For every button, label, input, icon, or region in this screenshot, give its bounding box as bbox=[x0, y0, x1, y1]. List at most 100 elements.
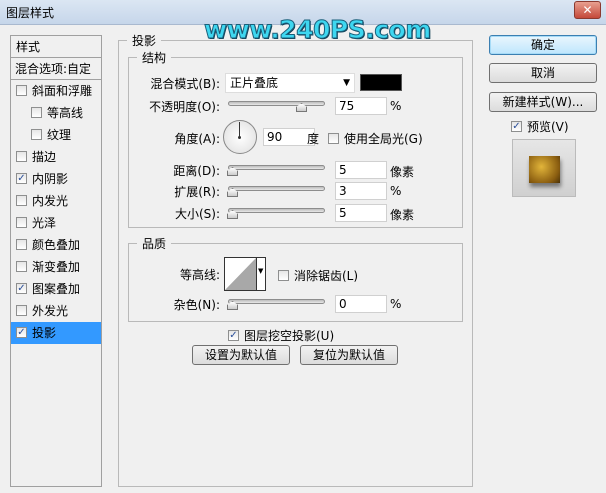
style-item-label: 颜色叠加 bbox=[32, 238, 81, 252]
checkbox-icon[interactable] bbox=[16, 85, 27, 96]
noise-input[interactable]: 0 bbox=[335, 295, 387, 313]
ok-button[interactable]: 确定 bbox=[489, 35, 597, 55]
preview-swatch bbox=[529, 156, 560, 183]
style-item[interactable]: 描边 bbox=[11, 146, 101, 168]
checkbox-icon[interactable] bbox=[16, 239, 27, 250]
window-title: 图层样式 bbox=[6, 6, 55, 20]
checkmark-icon: ✓ bbox=[511, 121, 522, 132]
antialias-label: 消除锯齿(L) bbox=[294, 269, 359, 283]
blend-mode-select[interactable]: 正片叠底 ▼ bbox=[225, 73, 355, 93]
checkmark-icon[interactable]: ✓ bbox=[16, 283, 27, 294]
close-button[interactable]: ✕ bbox=[574, 1, 601, 19]
checkbox-icon[interactable] bbox=[31, 129, 42, 140]
styles-header[interactable]: 样式 bbox=[11, 36, 101, 58]
distance-slider-thumb[interactable] bbox=[227, 167, 238, 176]
noise-slider-thumb[interactable] bbox=[227, 301, 238, 310]
spread-label: 扩展(R): bbox=[174, 185, 220, 199]
reset-default-button[interactable]: 复位为默认值 bbox=[300, 345, 398, 365]
opacity-unit: % bbox=[390, 99, 402, 113]
contour-picker[interactable]: ▼ bbox=[224, 257, 266, 291]
checkmark-icon: ✓ bbox=[228, 330, 239, 341]
contour-label: 等高线: bbox=[179, 268, 220, 282]
angle-dial[interactable] bbox=[223, 120, 257, 154]
opacity-input[interactable]: 75 bbox=[335, 97, 387, 115]
opacity-slider-thumb[interactable] bbox=[296, 103, 307, 112]
make-default-button[interactable]: 设置为默认值 bbox=[192, 345, 290, 365]
style-item-label: 纹理 bbox=[47, 128, 72, 142]
distance-unit: 像素 bbox=[390, 165, 415, 179]
size-slider-thumb[interactable] bbox=[227, 210, 238, 219]
style-preview bbox=[512, 139, 576, 197]
knockout-checkbox[interactable]: ✓ 图层挖空投影(U) bbox=[228, 327, 334, 344]
style-item-label: 渐变叠加 bbox=[32, 260, 81, 274]
style-item-label: 等高线 bbox=[47, 106, 84, 120]
style-item[interactable]: 光泽 bbox=[11, 212, 101, 234]
style-item-label: 斜面和浮雕 bbox=[32, 84, 93, 98]
distance-input[interactable]: 5 bbox=[335, 161, 387, 179]
new-style-button[interactable]: 新建样式(W)... bbox=[489, 92, 597, 112]
style-item[interactable]: ✓ 图案叠加 bbox=[11, 278, 101, 300]
spread-unit: % bbox=[390, 184, 402, 198]
style-item[interactable]: 外发光 bbox=[11, 300, 101, 322]
contour-preview-icon bbox=[225, 258, 256, 290]
shadow-color-swatch[interactable] bbox=[360, 74, 402, 91]
style-item-label: 投影 bbox=[32, 326, 57, 340]
checkbox-icon[interactable] bbox=[16, 217, 27, 228]
checkbox-icon[interactable] bbox=[16, 151, 27, 162]
spread-slider[interactable] bbox=[227, 186, 325, 197]
preview-label: 预览(V) bbox=[527, 120, 569, 134]
angle-label: 角度(A): bbox=[174, 132, 220, 146]
angle-unit: 度 bbox=[307, 132, 320, 146]
style-item[interactable]: 渐变叠加 bbox=[11, 256, 101, 278]
checkbox-icon[interactable] bbox=[31, 107, 42, 118]
opacity-slider[interactable] bbox=[228, 101, 325, 112]
style-item-label: 内发光 bbox=[32, 194, 69, 208]
checkbox-icon bbox=[328, 133, 339, 144]
blend-mode-value: 正片叠底 bbox=[230, 76, 279, 90]
checkmark-icon[interactable]: ✓ bbox=[16, 173, 27, 184]
style-item[interactable]: ✓ 内阴影 bbox=[11, 168, 101, 190]
cancel-button[interactable]: 取消 bbox=[489, 63, 597, 83]
global-light-label: 使用全局光(G) bbox=[344, 132, 423, 146]
style-item[interactable]: 内发光 bbox=[11, 190, 101, 212]
style-item[interactable]: 颜色叠加 bbox=[11, 234, 101, 256]
checkbox-icon bbox=[278, 270, 289, 281]
distance-label: 距离(D): bbox=[173, 164, 220, 178]
checkbox-icon[interactable] bbox=[16, 305, 27, 316]
preview-checkbox[interactable]: ✓ 预览(V) bbox=[511, 118, 569, 135]
structure-title: 结构 bbox=[142, 51, 167, 65]
knockout-label: 图层挖空投影(U) bbox=[244, 329, 335, 343]
style-item-label: 光泽 bbox=[32, 216, 57, 230]
spread-slider-thumb[interactable] bbox=[227, 188, 238, 197]
size-unit: 像素 bbox=[390, 208, 415, 222]
style-item[interactable]: 斜面和浮雕 bbox=[11, 80, 101, 102]
checkmark-icon[interactable]: ✓ bbox=[16, 327, 27, 338]
antialias-checkbox[interactable]: 消除锯齿(L) bbox=[278, 267, 358, 284]
drop-shadow-title: 投影 bbox=[132, 34, 157, 48]
blending-options-item[interactable]: 混合选项:自定 bbox=[11, 58, 101, 80]
blend-mode-label: 混合模式(B): bbox=[150, 77, 220, 91]
styles-list: 样式 混合选项:自定 斜面和浮雕等高线纹理描边 ✓ 内阴影内发光光泽颜色叠加渐变叠加… bbox=[10, 35, 102, 487]
style-item-label: 内阴影 bbox=[32, 172, 69, 186]
opacity-label: 不透明度(O): bbox=[149, 100, 220, 114]
size-input[interactable]: 5 bbox=[335, 204, 387, 222]
size-slider[interactable] bbox=[227, 208, 325, 219]
noise-unit: % bbox=[390, 297, 402, 311]
checkbox-icon[interactable] bbox=[16, 195, 27, 206]
style-item[interactable]: 等高线 bbox=[11, 102, 101, 124]
global-light-checkbox[interactable]: 使用全局光(G) bbox=[328, 130, 423, 147]
style-item-label: 外发光 bbox=[32, 304, 69, 318]
noise-slider[interactable] bbox=[227, 299, 325, 310]
style-item[interactable]: ✓ 投影 bbox=[11, 322, 101, 344]
chevron-down-icon: ▼ bbox=[258, 267, 264, 275]
quality-title: 品质 bbox=[142, 237, 167, 251]
style-item-label: 描边 bbox=[32, 150, 57, 164]
distance-slider[interactable] bbox=[227, 165, 325, 176]
style-item-label: 图案叠加 bbox=[32, 282, 81, 296]
spread-input[interactable]: 3 bbox=[335, 182, 387, 200]
size-label: 大小(S): bbox=[174, 207, 220, 221]
checkbox-icon[interactable] bbox=[16, 261, 27, 272]
chevron-down-icon: ▼ bbox=[343, 78, 350, 88]
style-item[interactable]: 纹理 bbox=[11, 124, 101, 146]
noise-label: 杂色(N): bbox=[173, 298, 220, 312]
